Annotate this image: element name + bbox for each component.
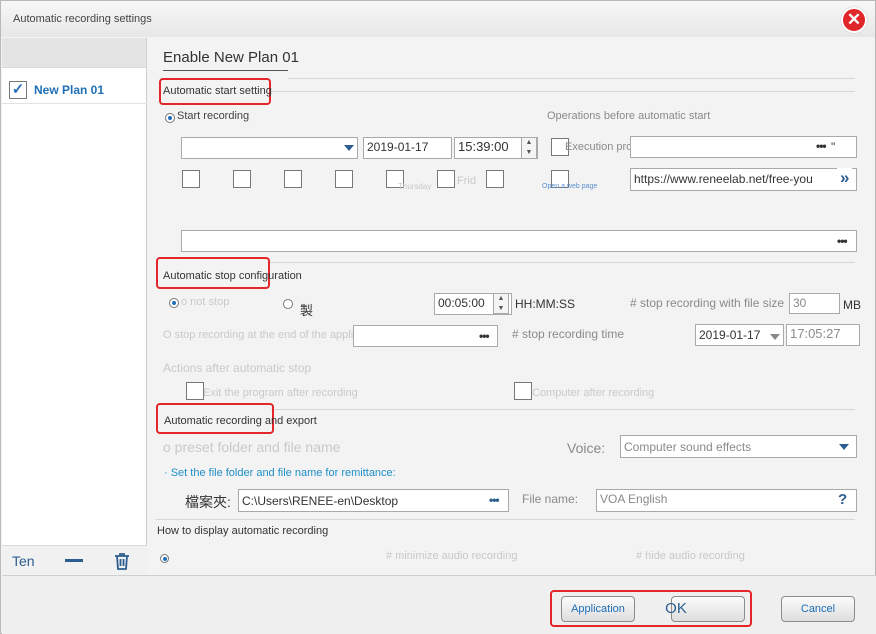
close-icon[interactable]: ✕ [841,7,867,33]
url-field[interactable]: https://www.reneelab.net/free-you [630,168,857,191]
stop-time-value: 17:05:27 [790,326,841,341]
weekday-checkbox-1[interactable] [182,170,200,188]
start-recording-label: Start recording [177,110,250,122]
start-time-value: 15:39:00 [458,139,509,154]
file-name-field[interactable]: VOA English ? [596,489,857,512]
minimize-option-label[interactable]: # minimize audio recording [386,550,517,562]
window-title: Automatic recording settings [13,13,152,25]
plan-settings-panel: Enable New Plan 01 Automatic start setti… [148,38,875,575]
folder-value: C:\Users\RENEE-en\Desktop [242,494,399,508]
weekday-label-thursday: Thursday [398,182,432,191]
chevron-down-icon [770,334,780,340]
start-date-value: 2019-01-17 [367,140,429,154]
execution-program-value: " [831,140,836,154]
after-stop-label: Actions after automatic stop [163,361,312,375]
help-icon[interactable]: ? [838,491,847,508]
add-plan-button[interactable]: Ten [12,553,35,569]
file-name-value: VOA English [600,492,668,506]
exit-program-checkbox[interactable] [186,382,204,400]
browse-dots-icon[interactable]: ••• [837,234,848,248]
stop-date-value: 2019-01-17 [699,328,761,342]
duration-format-label: HH:MM:SS [515,297,575,311]
duration-spinner[interactable]: ▲ ▼ [493,293,509,314]
application-field[interactable]: ••• [353,325,498,347]
recurrence-dropdown[interactable] [181,137,358,159]
title-bar: Automatic recording settings ✕ [1,1,875,37]
plan-title: Enable New Plan 01 [163,49,299,66]
plan-label: New Plan 01 [34,83,105,97]
stop-section-label: Automatic stop configuration [163,270,302,282]
divider [288,78,855,79]
voice-value: Computer sound effects [624,440,752,454]
hide-option-label[interactable]: # hide audio recording [636,550,745,562]
settings-window: Automatic recording settings ✕ ✓ New Pla… [0,0,876,634]
browse-dots-icon[interactable]: ••• [816,139,827,153]
browse-dots-icon[interactable]: ••• [479,329,490,343]
stop-time-label: # stop recording time [512,327,625,341]
chevron-down-icon [344,145,354,151]
stop-duration-radio[interactable] [283,299,293,309]
do-not-stop-radio[interactable] [169,298,179,308]
weekday-checkbox-2[interactable] [233,170,251,188]
go-icon[interactable]: » [837,168,853,188]
title-underline [163,70,288,71]
trash-icon[interactable] [112,551,132,571]
stop-duration-label: 製 [300,303,314,318]
sidebar-header [2,38,146,68]
weekday-checkbox-6[interactable] [437,170,455,188]
file-size-field[interactable]: 30 [789,293,840,314]
url-value: https://www.reneelab.net/free-you [634,172,813,186]
open-web-page-label: Open a web page [542,183,598,190]
file-size-label: # stop recording with file size [630,296,785,310]
folder-label: 檔案夾: [185,494,231,510]
divider [271,91,855,92]
weekday-checkbox-3[interactable] [284,170,302,188]
weekday-label-friday: Frid [457,175,476,187]
preset-radio-label[interactable]: o preset folder and file name [163,439,340,455]
remit-label: · Set the file folder and file name for … [164,467,396,479]
weekday-checkbox-7[interactable] [486,170,504,188]
operations-label: Operations before automatic start [547,110,711,122]
end-app-label: O stop recording at the end of the appli… [163,329,383,341]
start-section-label: Automatic start setting [163,85,272,97]
execution-program-field[interactable]: " ••• [630,136,857,158]
folder-field[interactable]: C:\Users\RENEE-en\Desktop ••• [238,489,509,512]
divider [271,409,855,410]
display-label: How to display automatic recording [157,525,329,537]
start-date-field[interactable]: 2019-01-17 [363,137,452,159]
computer-action-checkbox[interactable] [514,382,532,400]
weekday-checkbox-4[interactable] [335,170,353,188]
ok-highlight [550,590,752,627]
voice-dropdown[interactable]: Computer sound effects [620,435,857,458]
plan-sidebar: ✓ New Plan 01 Ten [2,38,147,575]
sidebar-item-new-plan-01[interactable]: ✓ New Plan 01 [2,76,147,104]
divider [156,519,855,520]
file-size-unit: MB [843,298,861,312]
start-recording-radio[interactable] [165,113,175,123]
dialog-footer: Application OK Cancel [2,575,876,634]
command-field[interactable]: ••• [181,230,857,252]
stop-duration-value: 00:05:00 [438,296,485,310]
remove-plan-icon[interactable] [65,559,83,562]
stop-time-field[interactable]: 17:05:27 [786,324,860,346]
do-not-stop-label: o not stop [181,296,230,308]
voice-label: Voice: [567,440,606,456]
plan-enabled-checkbox[interactable]: ✓ [9,81,27,99]
file-name-label: File name: [522,492,579,506]
chevron-down-icon [839,444,849,450]
divider [270,262,855,263]
time-spinner[interactable]: ▲ ▼ [521,137,537,159]
file-size-value: 30 [793,296,807,310]
computer-action-label: Computer after recording [532,387,655,399]
sidebar-footer: Ten [2,545,147,575]
export-section-label: Automatic recording and export [164,415,317,427]
exit-program-label: Exit the program after recording [203,387,358,399]
display-normal-radio[interactable] [160,554,169,563]
cancel-button[interactable]: Cancel [781,596,855,622]
browse-folder-icon[interactable]: ••• [489,493,500,507]
